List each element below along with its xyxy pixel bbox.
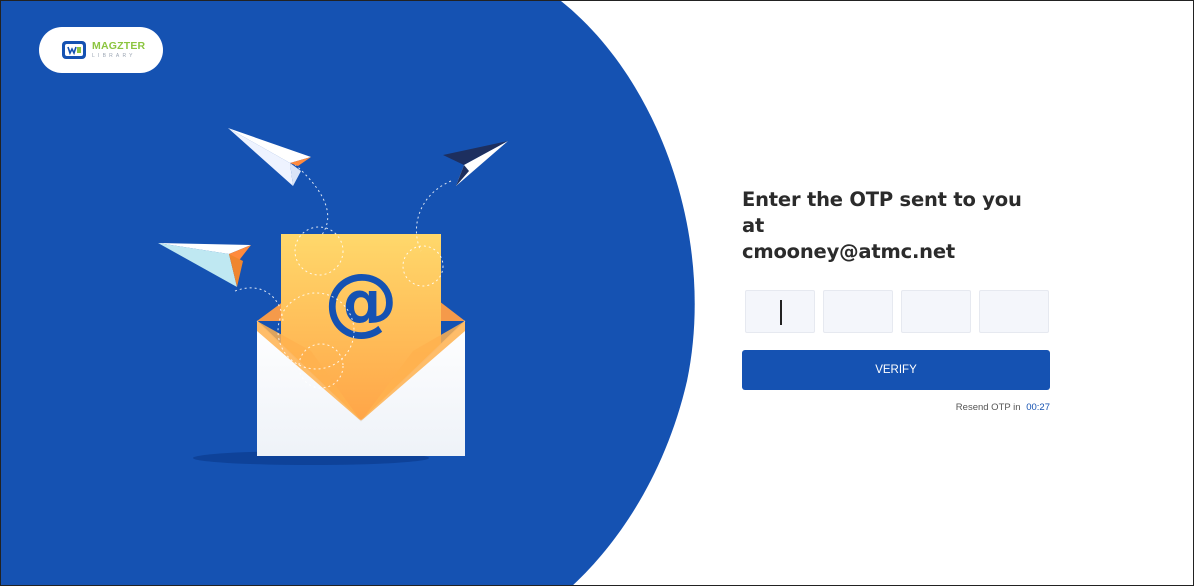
resend-otp-row: Resend OTP in 00:27: [742, 402, 1050, 413]
otp-email: cmooney@atmc.net: [742, 240, 955, 263]
paper-plane-icon: [158, 243, 251, 287]
otp-form: Enter the OTP sent to you at cmooney@atm…: [742, 187, 1050, 413]
otp-input-group: [742, 290, 1050, 333]
otp-digit-4[interactable]: [979, 290, 1049, 333]
otp-heading-text: Enter the OTP sent to you at: [742, 188, 1022, 237]
otp-digit-2[interactable]: [823, 290, 893, 333]
otp-page: MAGZTER LIBRARY @ Enter the OTP sent to …: [0, 0, 1194, 586]
paper-plane-icon: [228, 128, 311, 186]
otp-digit-1[interactable]: [745, 290, 815, 333]
paper-plane-icon: [443, 141, 508, 186]
verify-button[interactable]: VERIFY: [742, 350, 1050, 390]
resend-otp-timer: 00:27: [1026, 402, 1050, 413]
logo-subtitle-text: LIBRARY: [92, 52, 136, 59]
at-sign-icon: @: [324, 258, 398, 344]
magzter-logo-icon: [62, 41, 86, 59]
otp-digit-3[interactable]: [901, 290, 971, 333]
email-illustration: @: [158, 128, 508, 465]
otp-heading: Enter the OTP sent to you at cmooney@atm…: [742, 187, 1050, 265]
text-caret: [780, 300, 782, 325]
logo-brand-text: MAGZTER: [92, 40, 146, 53]
resend-otp-label: Resend OTP in: [955, 402, 1021, 413]
logo[interactable]: MAGZTER LIBRARY: [39, 27, 163, 73]
